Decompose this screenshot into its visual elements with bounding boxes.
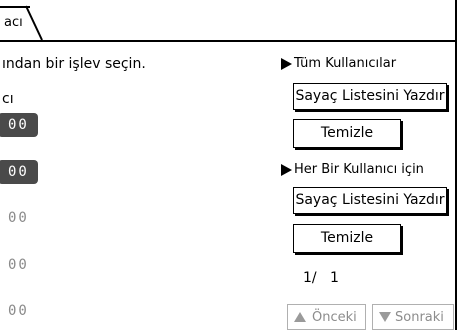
arrow-up-icon: [294, 312, 306, 322]
next-button[interactable]: Sonraki: [372, 304, 454, 330]
clear-per-user-button[interactable]: Temizle: [293, 224, 401, 253]
tab-strip: [0, 0, 457, 44]
next-label: Sonraki: [395, 309, 444, 325]
counter-cell[interactable]: 00: [0, 206, 38, 230]
counter-cell[interactable]: 00: [0, 253, 38, 277]
column-caption: cı: [2, 91, 14, 107]
counter-cell[interactable]: 00: [0, 113, 38, 137]
page-current: 1/: [303, 270, 317, 286]
page-total: 1: [329, 270, 339, 286]
instruction-text: ından bir işlev seçin.: [2, 56, 146, 72]
arrow-down-icon: [379, 312, 391, 322]
play-arrow-icon: [281, 57, 292, 70]
previous-button[interactable]: Önceki: [287, 304, 366, 330]
page-indicator: 1/ 1: [303, 270, 339, 286]
tab-label: acı: [4, 15, 23, 30]
previous-label: Önceki: [312, 309, 357, 325]
per-user-header-label: Her Bir Kullanıcı için: [294, 162, 424, 177]
tab-edge-icon: [25, 5, 43, 41]
per-user-header: Her Bir Kullanıcı için: [281, 162, 424, 177]
tab-divider: [0, 40, 457, 42]
play-arrow-icon: [281, 163, 292, 176]
clear-all-button[interactable]: Temizle: [293, 119, 401, 148]
print-counter-list-all-button[interactable]: Sayaç Listesini Yazdır: [293, 83, 447, 110]
all-users-header-label: Tüm Kullanıcılar: [294, 56, 397, 71]
print-counter-list-per-user-button[interactable]: Sayaç Listesini Yazdır: [293, 187, 447, 214]
counter-cell[interactable]: 00: [0, 160, 38, 184]
all-users-header: Tüm Kullanıcılar: [281, 56, 396, 71]
counter-cell[interactable]: 00: [0, 299, 38, 323]
